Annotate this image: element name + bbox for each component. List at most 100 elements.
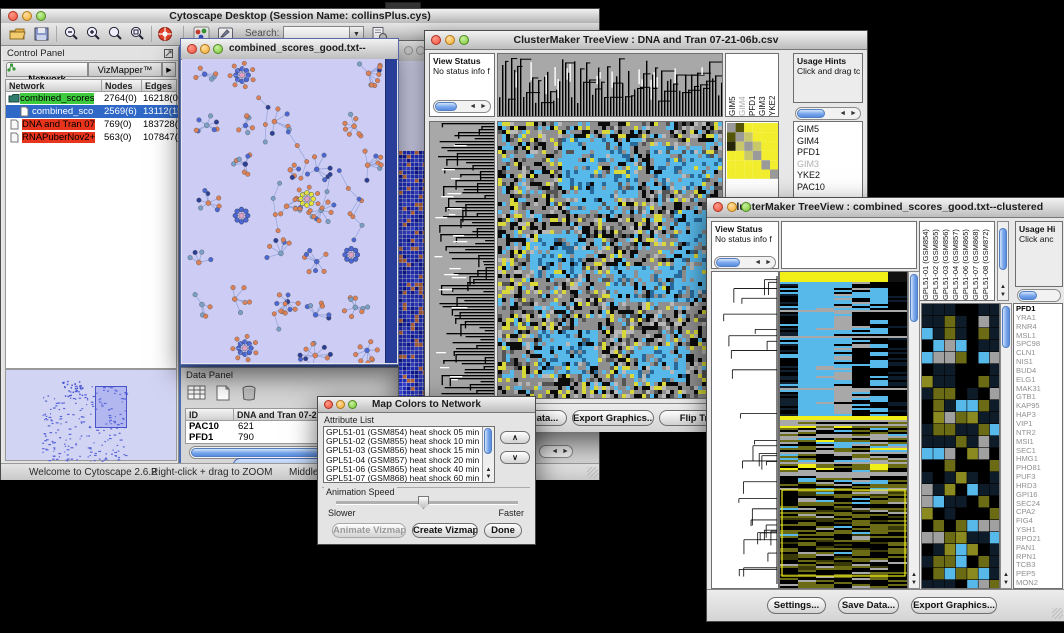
zoom-button[interactable] [213, 44, 223, 54]
minimize-button[interactable] [22, 11, 32, 21]
move-up-button[interactable]: ∧ [500, 431, 530, 444]
tv2-column-labels[interactable]: GPL51-01 (GSM854)GPL51-02 (GSM855)GPL51-… [919, 221, 995, 301]
column-label[interactable]: GPL51-03 (GSM856) [941, 222, 951, 300]
column-label[interactable]: GIM5 [728, 54, 738, 116]
scroll-up-icon[interactable]: ▲ [1001, 572, 1011, 579]
tv2-column-dendrogram[interactable] [781, 221, 917, 269]
column-label[interactable]: GPL51-06 (GSM865) [961, 222, 971, 300]
gene-label[interactable]: PFD1 [797, 147, 862, 159]
animate-vizmap-button[interactable]: Animate Vizmap [332, 523, 406, 538]
scroll-down-icon[interactable]: ▼ [1001, 580, 1011, 587]
close-button[interactable] [713, 202, 723, 212]
column-label[interactable]: PFD1 [748, 54, 758, 116]
minimize-button[interactable] [727, 202, 737, 212]
tv1-heatmap[interactable] [497, 121, 723, 399]
scroll-arrows-icon[interactable]: ◄ ► [754, 258, 773, 268]
treeview2-titlebar[interactable]: ClusterMaker TreeView : combined_scores_… [707, 198, 1064, 218]
zoom-fit-icon[interactable] [107, 26, 124, 42]
export-graphics-button[interactable]: Export Graphics... [911, 597, 997, 614]
network-canvas[interactable] [182, 59, 385, 363]
tv2-row-dendrogram[interactable] [711, 271, 779, 589]
network-list-row[interactable]: combined_sco2569(6)13112(15) [6, 105, 178, 118]
col-header-network[interactable]: Network [6, 80, 102, 92]
gene-label[interactable]: YKE2 [797, 170, 862, 182]
column-label[interactable]: GPL51-07 (GSM868) [971, 222, 981, 300]
column-label[interactable]: YKE2 [768, 54, 778, 116]
save-icon[interactable] [33, 26, 50, 42]
move-down-button[interactable]: ∨ [500, 451, 530, 464]
gene-label[interactable]: GIM3 [797, 159, 862, 171]
zoom-selected-icon[interactable] [129, 26, 146, 42]
resize-grip-icon[interactable] [1052, 608, 1063, 619]
close-button[interactable] [187, 44, 197, 54]
column-label[interactable]: GIM3 [758, 54, 768, 116]
close-button[interactable] [324, 400, 333, 409]
network-vscrollbar[interactable] [385, 59, 397, 363]
tab-network[interactable]: Network [6, 62, 88, 77]
scroll-up-icon[interactable]: ▲ [483, 467, 494, 474]
export-graphics-button[interactable]: Export Graphics... [572, 410, 654, 426]
delete-attribute-icon[interactable] [239, 384, 259, 402]
close-button[interactable] [404, 46, 413, 55]
column-label[interactable]: GPL51-01 (GSM854) [921, 222, 931, 300]
attribute-list[interactable]: GPL51-01 (GSM854) heat shock 05 minGPL51… [323, 426, 495, 483]
column-label[interactable]: GPL51-04 (GSM857) [951, 222, 961, 300]
attribute-list-scrollbar[interactable]: ▲ ▼ [482, 427, 494, 482]
scroll-down-icon[interactable]: ▼ [483, 474, 494, 481]
tv2-zoom-view[interactable] [921, 303, 1000, 589]
tv1-row-dendrogram[interactable] [429, 121, 495, 399]
attribute-list-item[interactable]: GPL51-07 (GSM868) heat shock 60 min [326, 474, 494, 483]
gene-label[interactable]: MON2 [1016, 579, 1062, 588]
help-lifesaver-icon[interactable] [157, 26, 174, 42]
tv2-heatmap[interactable] [779, 271, 908, 589]
tv2-heatmap-scrollbar[interactable]: ▲ ▼ [908, 271, 920, 589]
tv2-usage-scrollbar[interactable] [1017, 289, 1061, 302]
column-label[interactable]: PAC10 [778, 54, 779, 116]
gene-label[interactable]: PAC10 [797, 182, 862, 194]
animation-slider[interactable] [336, 501, 518, 505]
tv1-status-scrollbar[interactable]: ◄ ► [433, 100, 491, 113]
zoom-out-icon[interactable] [63, 26, 80, 42]
float-panel-icon[interactable] [164, 49, 173, 58]
main-titlebar[interactable]: Cytoscape Desktop (Session Name: collins… [1, 9, 599, 24]
tab-overflow-arrow[interactable]: ▶ [162, 62, 176, 77]
close-button[interactable] [8, 11, 18, 21]
network-overview[interactable] [5, 369, 177, 461]
column-label[interactable]: GPL51-08 (GSM872) [981, 222, 991, 300]
save-data-button[interactable]: Save Data... [838, 597, 899, 614]
tab-vizmapper[interactable]: VizMapper™ [88, 62, 162, 77]
scroll-down-icon[interactable]: ▼ [998, 292, 1008, 299]
slider-thumb[interactable] [418, 496, 429, 509]
column-label[interactable]: GIM4 [738, 54, 748, 116]
gene-label[interactable]: GIM5 [797, 124, 862, 136]
scroll-up-icon[interactable]: ▲ [998, 284, 1008, 291]
zoom-button[interactable] [348, 400, 357, 409]
network-list-row[interactable]: DNA and Tran 07769(0)183728(0) [6, 118, 178, 131]
gene-label[interactable]: GIM4 [797, 136, 862, 148]
resize-grip-icon[interactable] [587, 467, 598, 478]
tv2-zoom-scrollbar[interactable]: ▲ ▼ [1000, 303, 1012, 589]
scroll-arrows-icon[interactable]: ◄ ► [469, 102, 488, 112]
scroll-arrows-icon[interactable]: ◄ ► [551, 447, 570, 457]
col-header-edges[interactable]: Edges [142, 80, 177, 92]
treeview1-titlebar[interactable]: ClusterMaker TreeView : DNA and Tran 07-… [425, 31, 867, 50]
new-attribute-icon[interactable] [213, 384, 233, 402]
scroll-up-icon[interactable]: ▲ [909, 572, 919, 579]
network-list-row[interactable]: RNAPuberNov2+563(0)107847(0) [6, 131, 178, 144]
open-file-icon[interactable] [9, 26, 26, 42]
column-label[interactable]: GPL51-02 (GSM855) [931, 222, 941, 300]
done-button[interactable]: Done [484, 523, 522, 538]
col-header-nodes[interactable]: Nodes [102, 80, 142, 92]
tv2-gene-list[interactable]: PFD1YRA1RNR4MSL1SPC98CLN1NIS1BUD4ELG1MAK… [1013, 303, 1063, 589]
settings-button[interactable]: Settings... [767, 597, 826, 614]
tv2-labels-scrollbar[interactable]: ▲ ▼ [997, 221, 1009, 301]
data-panel-hscrollbar-fragment[interactable]: ◄ ► [539, 445, 573, 458]
network-list-row[interactable]: combined_scores2764(0)16218(0) [6, 92, 178, 105]
zoom-button[interactable] [741, 202, 751, 212]
tv1-genelist-scrollbar[interactable]: ◄ ► [795, 107, 861, 120]
tv2-status-scrollbar[interactable]: ◄ ► [714, 256, 776, 269]
tv1-column-labels[interactable]: GIM5GIM4PFD1GIM3YKE2PAC10 [725, 53, 779, 117]
minimize-button[interactable] [200, 44, 210, 54]
overview-viewport-rect[interactable] [95, 386, 127, 428]
minimize-button[interactable] [336, 400, 345, 409]
